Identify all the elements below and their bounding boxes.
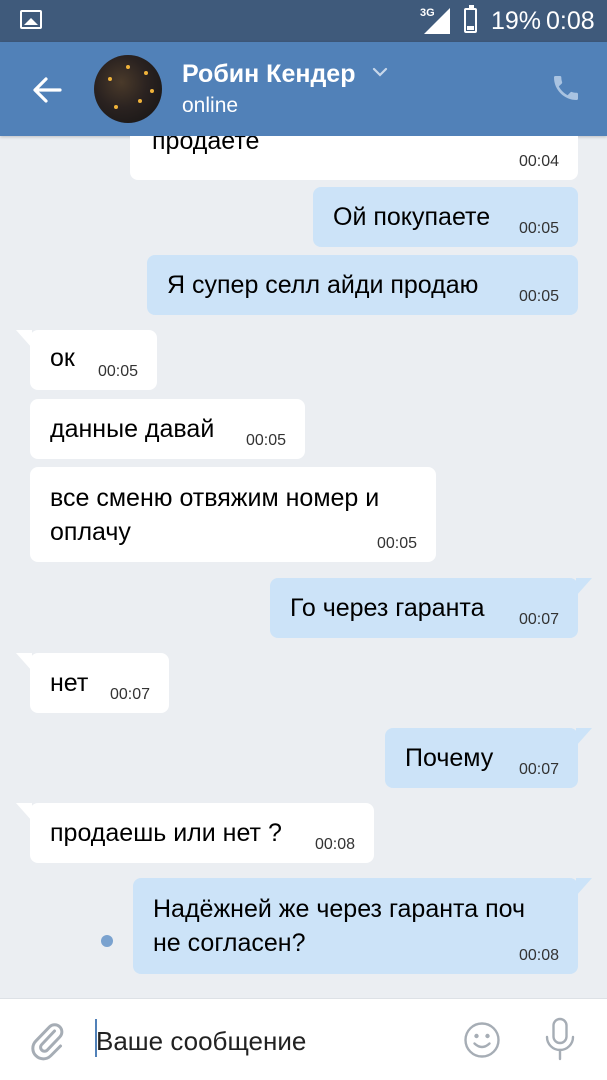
message-outgoing[interactable]: Ой покупаете 00:05 [313,187,578,247]
contact-status: online [182,94,239,117]
message-incoming[interactable]: нет 00:07 [16,653,169,713]
composer [0,998,607,1080]
message-text: данные давай [50,415,215,443]
status-bar: 3G 19% 0:08 [0,0,607,42]
message-incoming[interactable]: продаете 00:04 [130,136,578,180]
message-outgoing[interactable]: Почему 00:07 [385,728,592,788]
chevron-down-icon[interactable] [372,64,388,80]
message-time: 00:05 [518,288,559,305]
message-time: 00:07 [518,761,559,778]
message-text: Почему [405,744,494,772]
message-outgoing[interactable]: Го через гаранта 00:07 [270,578,592,638]
gallery-notification-icon [20,10,42,29]
message-text: ок [50,344,75,372]
battery-percent: 19% [491,7,542,35]
message-text: оплачу [50,518,131,546]
message-text: Надёжней же через гаранта поч [153,895,525,923]
message-text: Я супер селл айди продаю [167,271,479,299]
battery-icon [464,5,477,33]
clock: 0:08 [546,7,595,35]
message-time: 00:04 [518,153,559,170]
message-time: 00:07 [518,611,559,628]
message-text: Ой покупаете [333,203,491,231]
message-time: 00:05 [245,432,286,449]
back-arrow-icon[interactable] [26,68,70,112]
microphone-icon[interactable] [543,1017,577,1061]
message-incoming[interactable]: данные давай 00:05 [30,399,305,459]
message-time: 00:05 [97,363,138,380]
phone-icon[interactable] [550,72,582,104]
message-time: 00:08 [314,836,355,853]
message-input[interactable] [96,1021,436,1061]
chat-header: Робин Кендер online [0,42,607,136]
unread-indicator [101,935,113,947]
message-time: 00:05 [376,535,417,552]
message-text: продаете [152,136,260,155]
message-text: нет [50,669,89,697]
message-incoming[interactable]: ок 00:05 [16,330,157,390]
message-text: Го через гаранта [290,594,485,622]
smiley-icon[interactable] [463,1021,501,1059]
message-outgoing[interactable]: Я супер селл айди продаю 00:05 [147,255,578,315]
signal-icon [424,8,450,34]
paperclip-icon[interactable] [28,1019,66,1061]
message-outgoing[interactable]: Надёжней же через гаранта поч не согласе… [133,878,592,974]
contact-name[interactable]: Робин Кендер [182,60,356,89]
message-time: 00:05 [518,220,559,237]
message-incoming[interactable]: все сменю отвяжим номер и оплачу 00:05 [30,467,436,562]
message-time: 00:07 [109,686,150,703]
avatar[interactable] [94,55,162,123]
message-text: не согласен? [153,929,306,957]
message-incoming[interactable]: продаешь или нет ? 00:08 [16,803,374,863]
message-time: 00:08 [518,947,559,964]
message-text: все сменю отвяжим номер и [50,484,380,512]
message-list[interactable]: продаете 00:04 Ой покупаете 00:05 Я супе… [0,136,607,998]
message-text: продаешь или нет ? [50,819,282,847]
